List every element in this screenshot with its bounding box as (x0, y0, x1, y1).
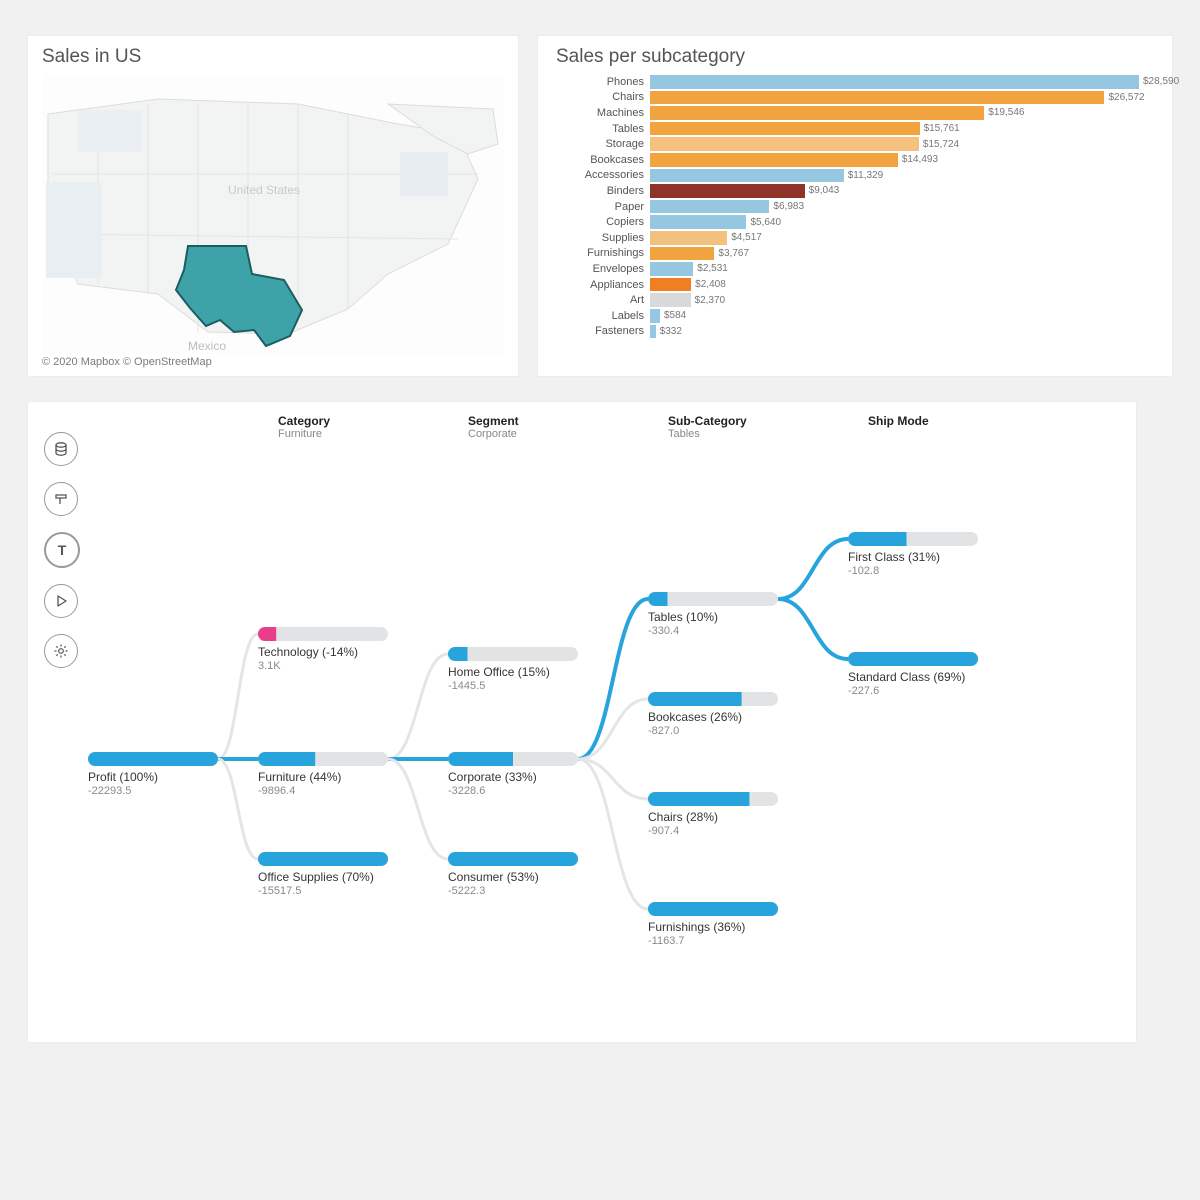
bar-category-label: Fasteners (556, 325, 650, 337)
bar-row[interactable]: Envelopes $2,531 (556, 261, 1146, 277)
tree-column-header: Sub-CategoryTables (668, 414, 747, 440)
bar-category-label: Accessories (556, 169, 650, 181)
tree-node-label[interactable]: Furniture (44%)-9896.4 (258, 770, 341, 799)
bar-category-label: Paper (556, 201, 650, 213)
tree-column-header: SegmentCorporate (468, 414, 519, 440)
bar-category-label: Phones (556, 76, 650, 88)
bar-row[interactable]: Furnishings $3,767 (556, 246, 1146, 262)
bar-category-label: Tables (556, 123, 650, 135)
tree-node-label[interactable]: Corporate (33%)-3228.6 (448, 770, 537, 799)
bar-value-label: $26,572 (1104, 90, 1144, 106)
bar-row[interactable]: Copiers $5,640 (556, 214, 1146, 230)
bar-value-label: $4,517 (727, 230, 762, 246)
bar-row[interactable]: Paper $6,983 (556, 199, 1146, 215)
map-attribution: © 2020 Mapbox © OpenStreetMap (42, 356, 504, 368)
bar-row[interactable]: Appliances $2,408 (556, 277, 1146, 293)
bar-value-label: $3,767 (714, 246, 749, 262)
bar-category-label: Art (556, 294, 650, 306)
bar-value-label: $11,329 (844, 168, 883, 184)
bar-value-label: $5,640 (746, 214, 781, 230)
tree-node-label[interactable]: Standard Class (69%)-227.6 (848, 670, 965, 699)
map-title: Sales in US (42, 46, 504, 68)
tree-column-header: CategoryFurniture (278, 414, 330, 440)
bar-value-label: $15,761 (920, 121, 960, 137)
tree-column-header: Ship Mode (868, 414, 929, 428)
tree-node-label[interactable]: Bookcases (26%)-827.0 (648, 710, 742, 739)
map-country-label: United States (228, 183, 300, 197)
tree-node-label[interactable]: Office Supplies (70%)-15517.5 (258, 870, 374, 899)
bar-row[interactable]: Labels $584 (556, 308, 1146, 324)
bar-row[interactable]: Accessories $11,329 (556, 168, 1146, 184)
tree-node-label[interactable]: Furnishings (36%)-1163.7 (648, 920, 745, 949)
bar-value-label: $14,493 (898, 152, 938, 168)
bar-value-label: $6,983 (769, 199, 804, 215)
bar-category-label: Storage (556, 138, 650, 150)
bar-row[interactable]: Bookcases $14,493 (556, 152, 1146, 168)
map-mexico-label: Mexico (188, 339, 226, 353)
decomposition-panel: T CategoryFurnitureSegmentCorporateSub-C… (28, 402, 1136, 1042)
bar-value-label: $9,043 (805, 183, 840, 199)
sales-bar-panel: Sales per subcategory Phones$28,590Chair… (538, 36, 1172, 376)
bar-category-label: Supplies (556, 232, 650, 244)
sales-bar-chart[interactable]: Phones$28,590Chairs $26,572 Machines $19,54… (556, 74, 1146, 339)
bar-value-label: $2,408 (691, 277, 726, 293)
bar-row[interactable]: Art $2,370 (556, 292, 1146, 308)
bar-category-label: Chairs (556, 91, 650, 103)
tree-node-label[interactable]: Tables (10%)-330.4 (648, 610, 718, 639)
tree-node-label[interactable]: Technology (-14%)3.1K (258, 645, 358, 674)
bar-value-label: $28,590 (1139, 74, 1179, 90)
bar-row[interactable]: Chairs $26,572 (556, 90, 1146, 106)
bar-category-label: Bookcases (556, 154, 650, 166)
tree-node-label[interactable]: Consumer (53%)-5222.3 (448, 870, 539, 899)
bar-row[interactable]: Fasteners $332 (556, 324, 1146, 340)
bar-value-label: $15,724 (919, 136, 959, 152)
bar-value-label: $584 (660, 308, 686, 324)
sales-map-panel: Sales in US (28, 36, 518, 376)
bar-title: Sales per subcategory (556, 46, 1146, 68)
bar-category-label: Appliances (556, 279, 650, 291)
bar-category-label: Labels (556, 310, 650, 322)
bar-row[interactable]: Phones$28,590 (556, 74, 1146, 90)
bar-value-label: $2,370 (691, 292, 726, 308)
bar-category-label: Machines (556, 107, 650, 119)
bar-category-label: Furnishings (556, 247, 650, 259)
us-map[interactable]: United States Mexico (42, 74, 504, 354)
bar-value-label: $2,531 (693, 261, 728, 277)
tree-node-label[interactable]: Profit (100%)-22293.5 (88, 770, 158, 799)
bar-row[interactable]: Binders $9,043 (556, 183, 1146, 199)
bar-row[interactable]: Supplies $4,517 (556, 230, 1146, 246)
bar-category-label: Copiers (556, 216, 650, 228)
tree-node-label[interactable]: Chairs (28%)-907.4 (648, 810, 718, 839)
bar-category-label: Envelopes (556, 263, 650, 275)
bar-row[interactable]: Storage $15,724 (556, 136, 1146, 152)
tree-node-label[interactable]: First Class (31%)-102.8 (848, 550, 940, 579)
tree-node-label[interactable]: Home Office (15%)-1445.5 (448, 665, 550, 694)
bar-row[interactable]: Machines $19,546 (556, 105, 1146, 121)
bar-category-label: Binders (556, 185, 650, 197)
bar-value-label: $19,546 (984, 105, 1024, 121)
bar-row[interactable]: Tables $15,761 (556, 121, 1146, 137)
bar-value-label: $332 (656, 324, 682, 340)
